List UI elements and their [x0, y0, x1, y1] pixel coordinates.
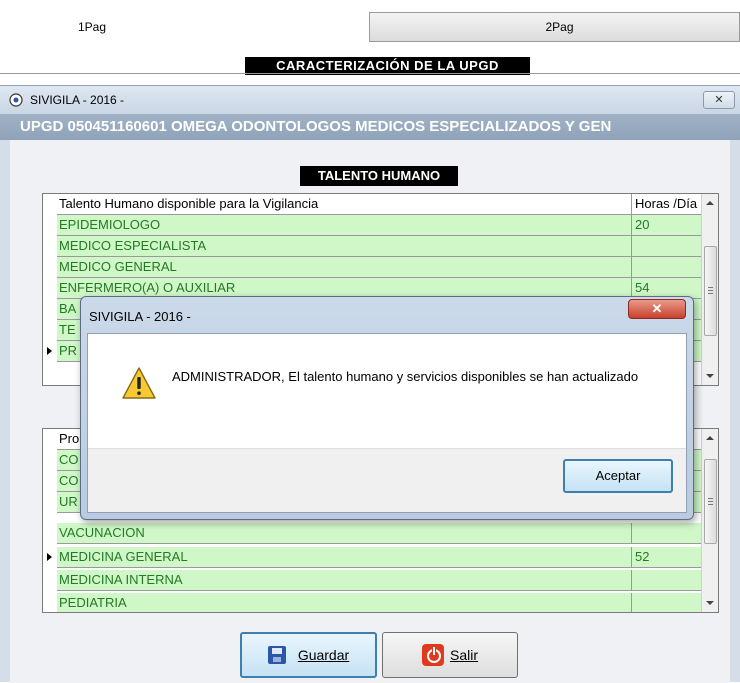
value-cell[interactable]: [632, 593, 702, 612]
row-selector: [43, 492, 57, 513]
current-row-indicator: [43, 547, 57, 568]
dialog-title: SIVIGILA - 2016 -: [89, 309, 191, 324]
row-selector: [43, 471, 57, 492]
row-selector: [43, 215, 57, 236]
column-header-horas[interactable]: Horas /Día: [632, 194, 702, 215]
current-row-indicator: [43, 341, 57, 362]
talento-cell[interactable]: MEDICO GENERAL: [57, 257, 632, 278]
row-selector: [43, 299, 57, 320]
row-selector: [43, 257, 57, 278]
table-row[interactable]: MEDICO ESPECIALISTA: [43, 236, 718, 257]
grid-header-row: Talento Humano disponible para la Vigila…: [43, 194, 718, 215]
servicio-cell[interactable]: VACUNACION: [57, 523, 632, 544]
page-2-label: 2Pag: [545, 20, 574, 34]
divider: [0, 73, 740, 74]
scroll-thumb[interactable]: [704, 459, 717, 544]
talento-humano-title: TALENTO HUMANO: [300, 166, 458, 186]
column-header-talento[interactable]: Talento Humano disponible para la Vigila…: [57, 194, 632, 215]
servicio-cell[interactable]: MEDICINA GENERAL: [57, 547, 632, 568]
aceptar-button[interactable]: Aceptar: [563, 459, 673, 493]
table-row[interactable]: EPIDEMIOLOGO 20: [43, 215, 718, 236]
message-dialog: SIVIGILA - 2016 - ✕ ADMINISTRADOR, El ta…: [80, 296, 694, 520]
row-selector: [43, 236, 57, 257]
talento-cell[interactable]: MEDICO ESPECIALISTA: [57, 236, 632, 257]
window-title-bar: SIVIGILA - 2016 - ✕: [0, 86, 740, 114]
talento-scrollbar[interactable]: [701, 194, 718, 385]
salir-label: Salir: [449, 647, 478, 663]
dialog-close-button[interactable]: ✕: [628, 299, 686, 319]
page-1-tab[interactable]: 1Pag: [78, 20, 106, 34]
horas-cell[interactable]: [632, 236, 702, 257]
dialog-footer: Aceptar: [88, 448, 686, 512]
value-cell[interactable]: 52: [632, 547, 702, 568]
scroll-up-arrow-icon[interactable]: [706, 436, 714, 440]
servicio-cell[interactable]: PEDIATRIA: [57, 593, 632, 612]
scroll-up-arrow-icon[interactable]: [706, 201, 714, 205]
dialog-body: ADMINISTRADOR, El talento humano y servi…: [87, 333, 687, 513]
value-cell[interactable]: [632, 523, 702, 544]
row-selector: [43, 570, 57, 591]
horas-cell[interactable]: 20: [632, 215, 702, 236]
warning-icon: [122, 367, 156, 399]
scroll-down-arrow-icon[interactable]: [706, 601, 714, 605]
row-selector: [43, 429, 57, 450]
row-selector: [43, 320, 57, 341]
scroll-down-arrow-icon[interactable]: [706, 374, 714, 378]
power-icon: [421, 644, 444, 666]
table-row[interactable]: MEDICINA INTERNA: [43, 570, 718, 591]
guardar-label: Guardar: [297, 647, 350, 663]
table-row[interactable]: MEDICINA GENERAL 52: [43, 547, 718, 568]
upgd-header: UPGD 050451160601 OMEGA ODONTOLOGOS MEDI…: [0, 114, 740, 140]
talento-cell[interactable]: EPIDEMIOLOGO: [57, 215, 632, 236]
sivigila-app-icon: [9, 93, 23, 107]
salir-button[interactable]: Salir: [382, 632, 518, 678]
guardar-button[interactable]: Guardar: [240, 632, 377, 678]
row-selector: [43, 523, 57, 544]
servicio-cell[interactable]: MEDICINA INTERNA: [57, 570, 632, 591]
floppy-disk-icon: [267, 646, 286, 664]
table-row[interactable]: MEDICO GENERAL: [43, 257, 718, 278]
page-2-tab[interactable]: 2Pag: [369, 12, 740, 42]
row-selector: [43, 593, 57, 612]
dialog-message: ADMINISTRADOR, El talento humano y servi…: [172, 369, 639, 384]
table-row[interactable]: PEDIATRIA: [43, 593, 718, 612]
value-cell[interactable]: [632, 570, 702, 591]
row-selector: [43, 278, 57, 299]
row-selector: [43, 194, 57, 215]
row-selector: [43, 450, 57, 471]
window-close-button[interactable]: ✕: [703, 91, 735, 109]
table-row[interactable]: VACUNACION: [43, 523, 718, 544]
horas-cell[interactable]: [632, 257, 702, 278]
servicios-scrollbar[interactable]: [701, 429, 718, 612]
window-title: SIVIGILA - 2016 -: [30, 93, 125, 107]
scroll-thumb[interactable]: [704, 246, 717, 336]
